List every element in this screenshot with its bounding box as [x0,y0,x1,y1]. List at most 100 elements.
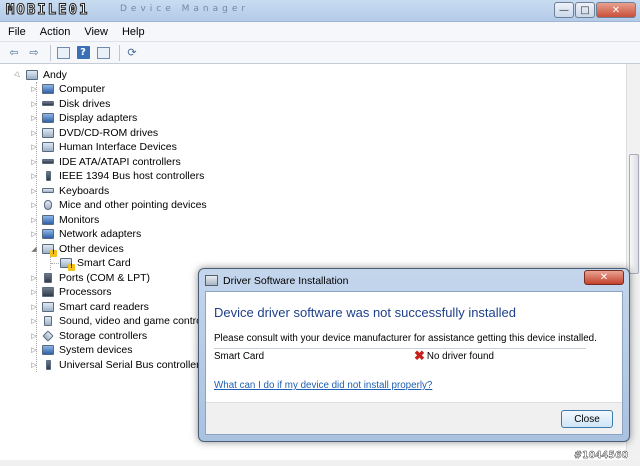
dialog-device-icon [205,275,218,286]
ide-controller-icon [41,156,55,168]
tree-item-other-devices[interactable]: ◢ Other devices [30,242,124,257]
tree-item-ide-ata[interactable]: ▷ IDE ATA/ATAPI controllers [30,155,180,169]
tree-item-ports[interactable]: ▷ Ports (COM & LPT) [30,271,150,285]
dialog-footer: Close [206,402,622,434]
window-close-button[interactable]: ✕ [596,2,636,18]
expand-icon[interactable]: ▷ [30,158,38,166]
system-device-icon [41,344,55,356]
menu-view[interactable]: View [84,25,108,39]
menu-file[interactable]: File [8,25,26,39]
monitor-icon [41,214,55,226]
tree-item-smart-card[interactable]: Smart Card [59,256,131,271]
tree-item-label: Network adapters [59,228,142,240]
toolbar: ⇦ ⇨ ? ⟳ [0,42,640,64]
tree-item-label: Smart Card [77,257,131,269]
collapse-icon[interactable]: ▷ [12,69,23,80]
expand-icon[interactable]: ▷ [30,85,38,93]
expand-icon[interactable]: ▷ [30,143,38,151]
tree-item-network-adapters[interactable]: ▷ Network adapters [30,227,141,241]
tree-item-keyboards[interactable]: ▷ Keyboards [30,184,109,198]
storage-controller-icon [41,329,55,342]
tree-item-label: Keyboards [59,184,110,197]
tree-item-processors[interactable]: ▷ Processors [30,285,111,299]
tree-root[interactable]: ▷ Andy [12,68,67,82]
tree-item-ieee1394[interactable]: ▷ IEEE 1394 Bus host controllers [30,169,204,183]
menu-help[interactable]: Help [122,25,145,39]
menu-action[interactable]: Action [40,25,71,39]
expand-icon[interactable]: ▷ [30,303,38,311]
tree-item-label: Monitors [59,213,100,226]
card-reader-icon [41,301,55,313]
window-titlebar: MOBILE01 Device Manager — □ ✕ [0,0,640,22]
processor-icon [41,286,55,298]
scrollbar-thumb[interactable] [629,154,639,274]
minimize-button[interactable]: — [554,2,574,18]
expand-icon[interactable]: ▷ [30,361,38,369]
computer-icon [25,69,39,81]
tree-item-label: Storage controllers [59,329,148,342]
help-icon[interactable]: ? [75,45,91,61]
expand-icon[interactable]: ▷ [30,317,38,325]
divider [214,348,586,349]
toolbar-separator [50,44,51,61]
expand-icon[interactable]: ▷ [30,187,38,195]
expand-icon[interactable]: ▷ [30,274,38,282]
expand-icon[interactable]: ▷ [30,332,38,340]
tree-root-label: Andy [43,69,67,81]
tree-item-label: Universal Serial Bus controllers [59,358,205,371]
mouse-icon [41,199,55,211]
computer-icon [41,83,55,95]
close-button[interactable]: Close [561,410,613,428]
maximize-button[interactable]: □ [575,2,595,18]
expand-icon[interactable]: ▷ [30,114,38,122]
dialog-body: Device driver software was not successfu… [205,291,623,435]
forward-icon[interactable]: ⇨ [26,45,42,61]
tree-item-smart-card-readers[interactable]: ▷ Smart card readers [30,300,149,314]
expand-icon[interactable]: ▷ [30,172,38,180]
toolbar-separator [119,44,120,61]
expand-icon[interactable]: ▷ [30,230,38,238]
tree-item-label: Display adapters [59,112,138,124]
hid-icon [41,141,55,153]
tree-item-computer[interactable]: ▷ Computer [30,82,105,96]
tree-item-usb-controllers[interactable]: ▷ Universal Serial Bus controllers [30,358,205,372]
view-icon[interactable] [95,45,111,61]
expand-icon[interactable]: ▷ [30,216,38,224]
expand-icon[interactable]: ▷ [30,288,38,296]
properties-icon[interactable] [55,45,71,61]
tree-item-disk-drives[interactable]: ▷ Disk drives [30,97,110,111]
speaker-icon [41,315,55,327]
tree-item-sound-video[interactable]: ▷ Sound, video and game controllers [30,314,221,328]
tree-item-label: Smart card readers [59,300,149,313]
window-title: Device Manager [120,4,250,14]
tree-item-dvd-cd-rom[interactable]: ▷ DVD/CD-ROM drives [30,126,158,140]
tree-item-label: IEEE 1394 Bus host controllers [59,170,205,182]
tree-item-storage-controllers[interactable]: ▷ Storage controllers [30,329,147,343]
dialog-close-icon[interactable]: ✕ [584,270,624,285]
back-icon[interactable]: ⇦ [6,45,22,61]
tree-item-monitors[interactable]: ▷ Monitors [30,213,99,227]
watermark-logo: MOBILE01 [5,2,90,19]
port-icon [41,272,55,284]
tree-item-label: Ports (COM & LPT) [59,271,151,284]
network-adapter-icon [41,228,55,240]
expand-icon[interactable]: ▷ [30,129,38,137]
disk-drive-icon [41,98,55,110]
tree-item-system-devices[interactable]: ▷ System devices [30,343,132,357]
expand-icon[interactable]: ▷ [30,346,38,354]
collapse-icon[interactable]: ◢ [30,245,38,253]
help-link[interactable]: What can I do if my device did not insta… [214,380,432,391]
tree-item-hid[interactable]: ▷ Human Interface Devices [30,140,177,154]
tree-item-label: Sound, video and game controllers [59,315,222,327]
firewire-icon [41,170,55,182]
tree-item-label: Computer [59,83,106,95]
tree-item-mice[interactable]: ▷ Mice and other pointing devices [30,198,206,212]
display-adapter-icon [41,112,55,124]
keyboard-icon [41,185,55,197]
bottom-strip [0,460,640,466]
expand-icon[interactable]: ▷ [30,201,38,209]
tree-item-label: Human Interface Devices [59,141,177,153]
tree-item-display-adapters[interactable]: ▷ Display adapters [30,111,137,125]
scan-hardware-icon[interactable]: ⟳ [124,45,140,61]
expand-icon[interactable]: ▷ [30,100,38,108]
